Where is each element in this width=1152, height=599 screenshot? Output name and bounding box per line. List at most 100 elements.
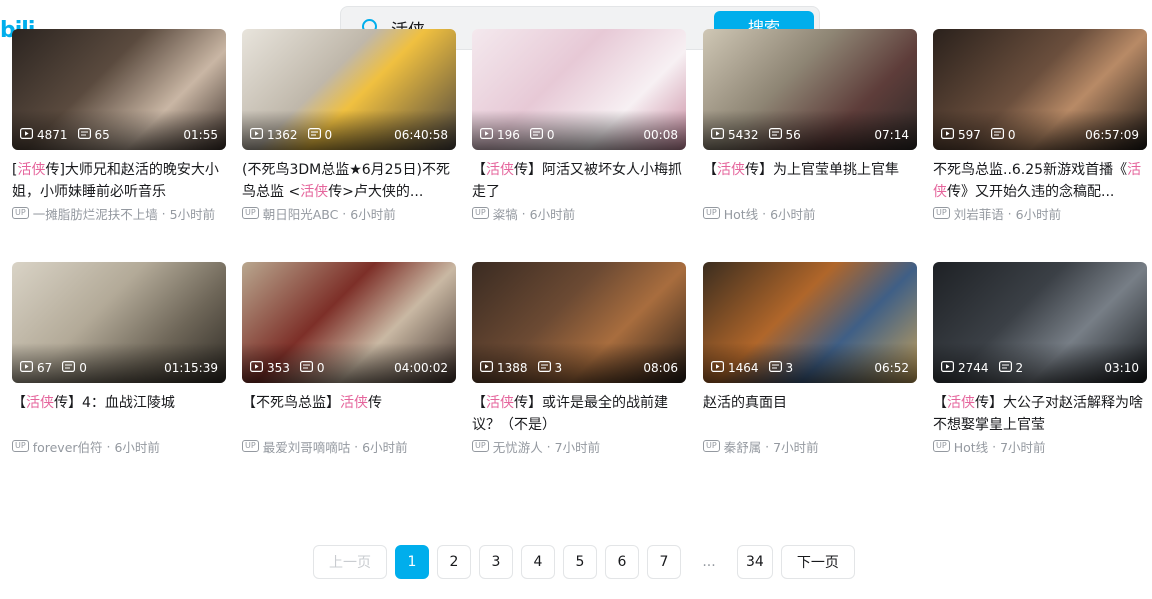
danmaku-icon bbox=[768, 128, 786, 142]
play-count-icon bbox=[20, 128, 37, 142]
video-thumbnail[interactable]: 2744 2 03:10 bbox=[933, 262, 1147, 383]
video-thumbnail[interactable]: 4871 65 01:55 bbox=[12, 29, 226, 150]
page-button-last[interactable]: 34 bbox=[737, 545, 773, 579]
play-count-icon bbox=[711, 128, 728, 142]
video-author[interactable]: Hot线 bbox=[954, 437, 988, 456]
play-count-icon bbox=[480, 361, 497, 375]
video-card[interactable]: 4871 65 01:55 [活侠传]大师兄和赵活的晚安大小姐，小师妹睡前必听音乐 UP… bbox=[12, 29, 226, 222]
video-title[interactable]: 不死鸟总监..6.25新游戏首播《活侠传》又开始久违的念稿配... bbox=[933, 159, 1147, 203]
video-thumbnail[interactable]: 353 0 04:00:02 bbox=[242, 262, 456, 383]
page-button-7[interactable]: 7 bbox=[647, 545, 681, 579]
danmaku-icon bbox=[990, 128, 1008, 142]
danmaku-count: 0 bbox=[299, 361, 325, 375]
video-card[interactable]: 5432 56 07:14 【活侠传】为上官莹单挑上官隼 UP Hot线 · 6小时前 bbox=[703, 29, 917, 222]
play-count-icon bbox=[250, 361, 267, 375]
video-title[interactable]: 【活侠传】大公子对赵活解释为啥不想娶掌皇上官莹 bbox=[933, 392, 1147, 436]
page-button-2[interactable]: 2 bbox=[437, 545, 471, 579]
video-thumbnail[interactable]: 196 0 00:08 bbox=[472, 29, 686, 150]
video-title[interactable]: 【不死鸟总监】活侠传 bbox=[242, 392, 456, 436]
meta-separator: · bbox=[350, 438, 363, 454]
video-stats: 196 0 00:08 bbox=[480, 126, 678, 144]
play-count-value: 597 bbox=[958, 128, 981, 142]
video-title[interactable]: [活侠传]大师兄和赵活的晚安大小姐，小师妹睡前必听音乐 bbox=[12, 159, 226, 203]
video-card[interactable]: 67 0 01:15:39 【活侠传】4：血战江陵城 UP forever伯符 · 6小时… bbox=[12, 262, 226, 455]
play-count-value: 196 bbox=[497, 128, 520, 142]
danmaku-icon bbox=[299, 361, 317, 375]
video-title[interactable]: 【活侠传】或许是最全的战前建议？（不是） bbox=[472, 392, 686, 436]
video-author[interactable]: 秦舒属 bbox=[724, 437, 762, 456]
video-title[interactable]: (不死鸟3DM总监★6月25日)不死鸟总监 <活侠传>卢大侠的... bbox=[242, 159, 456, 203]
video-duration: 04:00:02 bbox=[394, 361, 448, 375]
video-meta: UP 无忧游人 · 7小时前 bbox=[472, 437, 686, 455]
danmaku-count-value: 0 bbox=[546, 128, 555, 142]
video-meta: UP Hot线 · 7小时前 bbox=[933, 437, 1147, 455]
video-time: 6小时前 bbox=[114, 439, 160, 455]
play-count-value: 1388 bbox=[497, 361, 528, 375]
video-thumbnail[interactable]: 67 0 01:15:39 bbox=[12, 262, 226, 383]
pagination: 上一页 1 2 3 4 5 6 7 ... 34 下一页 bbox=[313, 545, 863, 579]
video-title[interactable]: 赵活的真面目 bbox=[703, 392, 917, 436]
video-thumbnail[interactable]: 1464 3 06:52 bbox=[703, 262, 917, 383]
title-prefix: 赵活的真面目 bbox=[703, 395, 787, 411]
video-author[interactable]: forever伯符 bbox=[33, 437, 103, 456]
play-count: 1388 bbox=[480, 361, 528, 375]
up-badge-icon: UP bbox=[933, 440, 950, 452]
video-title[interactable]: 【活侠传】为上官莹单挑上官隼 bbox=[703, 159, 917, 203]
play-count-value: 2744 bbox=[958, 361, 989, 375]
video-stats: 353 0 04:00:02 bbox=[250, 359, 448, 377]
page-button-4[interactable]: 4 bbox=[521, 545, 555, 579]
title-suffix: 传 bbox=[368, 395, 382, 411]
meta-separator: · bbox=[157, 205, 170, 221]
video-card[interactable]: 597 0 06:57:09 不死鸟总监..6.25新游戏首播《活侠传》又开始久违的念… bbox=[933, 29, 1147, 222]
video-meta: UP 一摊脂肪烂泥扶不上墙 · 5小时前 bbox=[12, 204, 226, 222]
danmaku-count: 56 bbox=[768, 128, 801, 142]
video-card[interactable]: 1362 0 06:40:58 (不死鸟3DM总监★6月25日)不死鸟总监 <活侠传>… bbox=[242, 29, 456, 222]
video-author[interactable]: 无忧游人 bbox=[493, 437, 543, 456]
danmaku-count: 0 bbox=[307, 128, 332, 142]
danmaku-count-value: 0 bbox=[316, 361, 325, 375]
title-prefix: 【 bbox=[933, 395, 947, 411]
video-card[interactable]: 196 0 00:08 【活侠传】阿活又被坏女人小梅抓走了 UP 粢犒 · 6小时前 bbox=[472, 29, 686, 222]
next-page-button[interactable]: 下一页 bbox=[780, 545, 855, 579]
title-prefix: 【 bbox=[703, 162, 717, 178]
meta-separator: · bbox=[761, 438, 774, 454]
play-count-icon bbox=[711, 361, 728, 375]
video-author[interactable]: 最爱刘哥嘀嘀咕 bbox=[263, 437, 351, 456]
video-title[interactable]: 【活侠传】阿活又被坏女人小梅抓走了 bbox=[472, 159, 686, 203]
play-count: 4871 bbox=[20, 128, 68, 142]
video-author[interactable]: 刘岩菲语 bbox=[954, 204, 1004, 223]
video-time: 6小时前 bbox=[350, 206, 396, 222]
video-duration: 06:40:58 bbox=[394, 128, 448, 142]
page-button-3[interactable]: 3 bbox=[479, 545, 513, 579]
video-author[interactable]: 一摊脂肪烂泥扶不上墙 bbox=[33, 204, 158, 223]
video-meta: UP 朝日阳光ABC · 6小时前 bbox=[242, 204, 456, 222]
video-author[interactable]: 粢犒 bbox=[493, 204, 518, 223]
video-thumbnail[interactable]: 5432 56 07:14 bbox=[703, 29, 917, 150]
page-button-5[interactable]: 5 bbox=[563, 545, 597, 579]
video-card[interactable]: 2744 2 03:10 【活侠传】大公子对赵活解释为啥不想娶掌皇上官莹 UP Hot线 … bbox=[933, 262, 1147, 455]
video-duration: 01:55 bbox=[183, 128, 218, 142]
video-title[interactable]: 【活侠传】4：血战江陵城 bbox=[12, 392, 226, 436]
video-thumbnail[interactable]: 1388 3 08:06 bbox=[472, 262, 686, 383]
video-card[interactable]: 1464 3 06:52 赵活的真面目 UP 秦舒属 · 7小时前 bbox=[703, 262, 917, 455]
video-thumbnail[interactable]: 1362 0 06:40:58 bbox=[242, 29, 456, 150]
prev-page-button[interactable]: 上一页 bbox=[313, 545, 387, 579]
play-count: 67 bbox=[20, 361, 52, 375]
video-author[interactable]: Hot线 bbox=[724, 204, 758, 223]
video-thumbnail[interactable]: 597 0 06:57:09 bbox=[933, 29, 1147, 150]
up-badge-icon: UP bbox=[703, 207, 720, 219]
video-card[interactable]: 1388 3 08:06 【活侠传】或许是最全的战前建议？（不是） UP 无忧游人 · 7… bbox=[472, 262, 686, 455]
play-count-value: 353 bbox=[267, 361, 290, 375]
up-badge-icon: UP bbox=[12, 207, 29, 219]
meta-separator: · bbox=[542, 438, 555, 454]
up-badge-icon: UP bbox=[472, 440, 489, 452]
video-card[interactable]: 353 0 04:00:02 【不死鸟总监】活侠传 UP 最爱刘哥嘀嘀咕 · 6小时前 bbox=[242, 262, 456, 455]
page-button-1[interactable]: 1 bbox=[395, 545, 429, 579]
page-button-6[interactable]: 6 bbox=[605, 545, 639, 579]
title-keyword: 活侠 bbox=[17, 162, 46, 178]
play-count-icon bbox=[250, 128, 267, 142]
play-count: 2744 bbox=[941, 361, 989, 375]
title-suffix: 传>卢大侠的... bbox=[328, 184, 424, 200]
danmaku-count: 0 bbox=[62, 361, 87, 375]
video-author[interactable]: 朝日阳光ABC bbox=[263, 204, 339, 223]
